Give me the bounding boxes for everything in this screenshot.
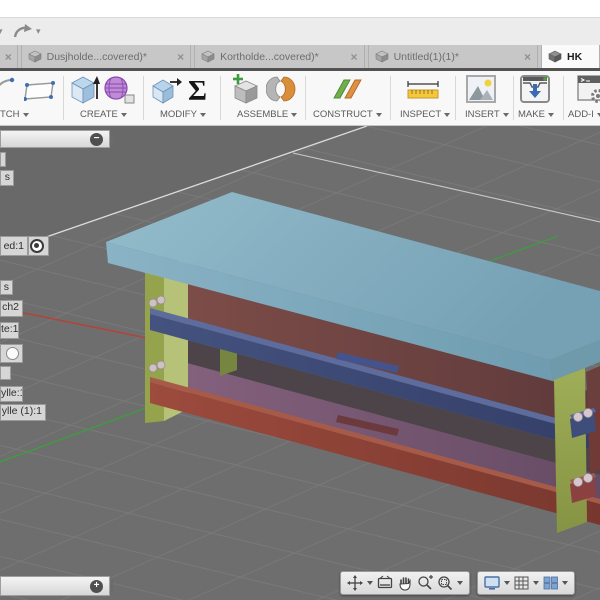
modify-sigma-icon[interactable]: Σ (186, 73, 214, 106)
browser-item-radio-cell[interactable] (0, 344, 23, 363)
browser-item[interactable]: s (0, 170, 14, 186)
redo-icon[interactable] (12, 23, 34, 40)
browser-item-sketch[interactable]: ch2 (0, 300, 23, 317)
tab-label: HK (567, 50, 583, 63)
display-settings-toolbar (477, 571, 575, 595)
model-right-leg-front[interactable] (554, 368, 587, 533)
tab-label: Kortholde...covered)* (220, 50, 319, 63)
redo-caret-icon[interactable]: ▾ (36, 18, 41, 45)
document-cube-icon (374, 50, 389, 63)
timeline-scroll-handle[interactable] (111, 579, 113, 592)
create-form-icon[interactable] (103, 74, 136, 105)
browser-item-component[interactable]: ed:1 (0, 236, 28, 256)
dropdown-caret (444, 112, 451, 117)
zoom-caret[interactable] (457, 581, 463, 585)
doc-tab-active[interactable]: HK (541, 45, 600, 68)
doc-tab-2[interactable]: Kortholde...covered)* × (194, 45, 365, 68)
dropdown-caret (547, 112, 554, 117)
browser-item-radio-cell[interactable] (28, 236, 49, 256)
tab-close-icon[interactable]: × (524, 50, 531, 64)
assemble-joint-icon[interactable] (266, 75, 296, 104)
document-cube-icon (201, 50, 215, 63)
quick-access-toolbar: ▾ ▾ (0, 18, 600, 45)
make-3dprint-icon[interactable] (520, 73, 550, 105)
dropdown-caret (375, 112, 382, 117)
ribbon-menu-create[interactable]: CREATE (80, 109, 127, 120)
browser-item[interactable] (0, 366, 11, 380)
dropdown-caret (120, 112, 127, 117)
doc-tab-1[interactable]: Dusjholde...covered)* × (20, 45, 192, 68)
document-cube-icon (548, 50, 562, 63)
browser-item-plate[interactable]: te:1 (0, 322, 19, 339)
browser-scroll-handle[interactable] (111, 132, 113, 145)
ribbon-toolbar: TCH CREATE Σ MODIFY ASSEMBLE CONSTRUCT I… (0, 71, 600, 126)
browser-item[interactable]: s (0, 280, 13, 295)
tab-label: Dusjholde...covered)* (46, 50, 148, 63)
dropdown-caret (199, 112, 206, 117)
dropdown-caret (291, 112, 298, 117)
zoom-icon[interactable] (417, 575, 433, 591)
tab-close-icon[interactable]: × (351, 50, 358, 64)
browser-item-shelf[interactable]: ylle:1 (0, 386, 23, 402)
orbit-caret[interactable] (367, 581, 373, 585)
viewports-caret[interactable] (562, 581, 568, 585)
document-cube-icon (27, 50, 42, 63)
ribbon-menu-addins[interactable]: ADD-I (568, 109, 600, 120)
modify-presspull-icon[interactable] (150, 74, 182, 105)
addins-scripts-icon[interactable] (577, 74, 600, 105)
ribbon-menu-sketch[interactable]: TCH (0, 109, 29, 120)
model-shelf-end-right (586, 366, 600, 415)
zoom-window-icon[interactable] (437, 575, 453, 591)
insert-image-icon[interactable] (466, 75, 496, 104)
browser-panel-header[interactable]: − (0, 130, 110, 148)
ribbon-menu-construct[interactable]: CONSTRUCT (313, 109, 382, 120)
browser-item-shelf-copy[interactable]: ylle (1):1 (0, 404, 46, 421)
sketch-rectangle-icon[interactable] (24, 78, 56, 102)
look-at-icon[interactable] (377, 575, 393, 591)
navigation-toolbar (340, 571, 470, 595)
ribbon-menu-insert[interactable]: INSERT (465, 109, 509, 120)
inspect-measure-icon[interactable] (406, 80, 440, 100)
svg-text:Σ: Σ (188, 75, 207, 106)
ribbon-menu-inspect[interactable]: INSPECT (400, 109, 451, 120)
create-extrude-icon[interactable] (68, 73, 100, 105)
tab-close-icon[interactable]: × (0, 45, 18, 68)
construct-plane-icon[interactable] (332, 76, 364, 103)
pan-icon[interactable] (397, 575, 413, 591)
collapse-button[interactable]: − (90, 132, 103, 146)
ribbon-menu-assemble[interactable]: ASSEMBLE (237, 109, 298, 120)
radio-selected-icon[interactable] (30, 239, 44, 253)
expand-button[interactable]: + (90, 579, 103, 593)
ribbon-menu-modify[interactable]: MODIFY (160, 109, 206, 120)
document-tabs-bar: × Dusjholde...covered)* × Kortholde...co… (0, 45, 600, 68)
sketch-arc-icon[interactable] (0, 74, 18, 104)
tab-close-icon[interactable]: × (177, 50, 184, 64)
timeline-bar[interactable]: + (0, 576, 110, 596)
display-settings-icon[interactable] (484, 576, 500, 590)
radio-icon[interactable] (6, 347, 19, 360)
dropdown-caret (22, 112, 29, 117)
browser-item[interactable] (0, 152, 6, 167)
ribbon-menu-make[interactable]: MAKE (518, 109, 554, 120)
display-caret[interactable] (504, 581, 510, 585)
viewports-icon[interactable] (543, 576, 558, 590)
grid-caret[interactable] (533, 581, 539, 585)
orbit-icon[interactable] (347, 575, 363, 591)
dropdown-caret (502, 112, 509, 117)
grid-snap-icon[interactable] (514, 576, 529, 590)
browser-titlebar (0, 0, 600, 18)
tab-label: Untitled(1)(1)* (393, 50, 459, 63)
undo-caret-icon[interactable]: ▾ (0, 18, 3, 45)
assemble-new-component-icon[interactable] (230, 73, 262, 105)
doc-tab-3[interactable]: Untitled(1)(1)* × (367, 45, 539, 68)
